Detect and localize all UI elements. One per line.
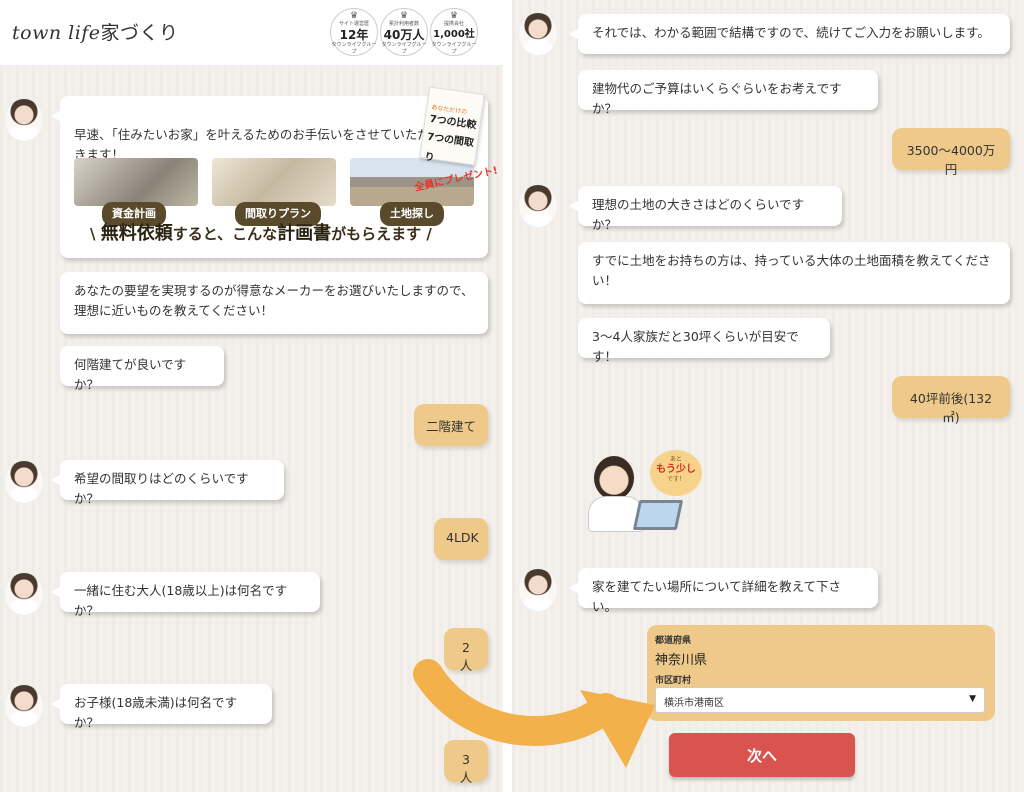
chat-bubble: 家を建てたい場所について詳細を教えて下さい。	[569, 568, 878, 614]
badge-site-years: ♛ サイト運営歴 12年 タウンライフグループ	[330, 8, 378, 56]
chat-bubble: それでは、わかる範囲で結構ですので、続けてご入力をお願いします。	[569, 14, 1010, 54]
operator-avatar	[4, 460, 44, 504]
operator-illustration: あと もう少し です！	[588, 450, 704, 538]
operator-avatar	[4, 572, 44, 616]
badge-users: ♛ 累計利用者数 40万人 タウンライフグループ	[380, 8, 428, 56]
caret-down-icon: ▼	[969, 694, 976, 704]
laptop-icon	[632, 500, 684, 530]
slash-icon: \	[90, 225, 96, 243]
chat-bubble: すでに土地をお持ちの方は、持っている大体の土地面積を教えてください！	[578, 242, 1010, 304]
location-form: 都道府県 神奈川県 市区町村 横浜市港南区 ▼	[647, 625, 995, 721]
prefecture-value[interactable]: 神奈川県	[655, 649, 707, 668]
city-label: 市区町村	[655, 676, 692, 686]
operator-avatar	[518, 12, 558, 56]
chat-bubble: 3〜4人家族だと30坪くらいが目安です！	[578, 318, 830, 364]
badge-partners: ♛ 提携会社 1,000社 タウンライフグループ	[430, 8, 478, 56]
operator-face-icon	[594, 456, 634, 500]
answer-bubble: 40坪前後(132㎡)	[892, 376, 1010, 425]
site-header: town life家づくり ♛ サイト運営歴 12年 タウンライフグループ ♛ …	[0, 0, 503, 66]
site-logo[interactable]: town life家づくり	[12, 18, 179, 45]
operator-avatar	[4, 684, 44, 728]
answer-bubble: 二階建て	[414, 404, 488, 446]
chat-bubble: あなたの要望を実現するのが得意なメーカーをお選びいたしますので、 理想に近いもの…	[60, 272, 488, 334]
next-button[interactable]: 次へ	[669, 733, 855, 777]
chat-bubble: 希望の間取りはどのくらいですか？	[51, 460, 284, 506]
answer-bubble: 3人	[444, 740, 488, 785]
right-chat-panel: それでは、わかる範囲で結構ですので、続けてご入力をお願いします。 建物代のご予算…	[512, 0, 1024, 792]
promo-tagline: \ 無料依頼すると、こんな計画書がもらえます /	[90, 223, 432, 244]
promo-bubble: 早速、「住みたいお家」を叶えるためのお手伝いをさせていただきます！ 資金計画 間…	[51, 86, 499, 258]
logo-latin-text: town life	[12, 22, 101, 44]
answer-bubble: 2人	[444, 628, 488, 673]
almost-done-cloud: あと もう少し です！	[650, 450, 702, 496]
operator-avatar	[518, 184, 558, 228]
chat-bubble: 理想の土地の大きさはどのくらいですか？	[569, 186, 842, 232]
operator-avatar	[4, 98, 44, 142]
city-select[interactable]: 横浜市港南区 ▼	[655, 687, 985, 713]
crown-icon: ♛	[349, 11, 359, 21]
slash-icon: /	[426, 225, 432, 243]
plan-book-image: あなただけの 7つの比較 7つの間取り	[419, 86, 485, 166]
operator-avatar	[518, 568, 558, 612]
finance-image	[74, 158, 198, 206]
floorplan-image	[212, 158, 336, 206]
left-chat-panel: town life家づくり ♛ サイト運営歴 12年 タウンライフグループ ♛ …	[0, 0, 503, 792]
prefecture-label: 都道府県	[655, 636, 692, 646]
chat-bubble: 建物代のご予算はいくらぐらいをお考えですか？	[578, 70, 878, 116]
logo-jp-text: 家づくり	[100, 22, 179, 44]
chat-bubble: 何階建てが良いですか？	[60, 346, 224, 392]
crown-icon: ♛	[399, 11, 409, 21]
answer-bubble: 3500〜4000万円	[892, 128, 1010, 177]
panel-divider	[503, 0, 512, 792]
answer-bubble: 4LDK	[434, 518, 488, 560]
chat-bubble: 一緒に住む大人(18歳以上)は何名ですか？	[51, 572, 320, 618]
chat-bubble: お子様(18歳未満)は何名ですか？	[51, 684, 272, 730]
crown-icon: ♛	[449, 11, 459, 21]
city-select-value: 横浜市港南区	[664, 698, 724, 709]
label-land: 土地探し	[380, 202, 444, 226]
